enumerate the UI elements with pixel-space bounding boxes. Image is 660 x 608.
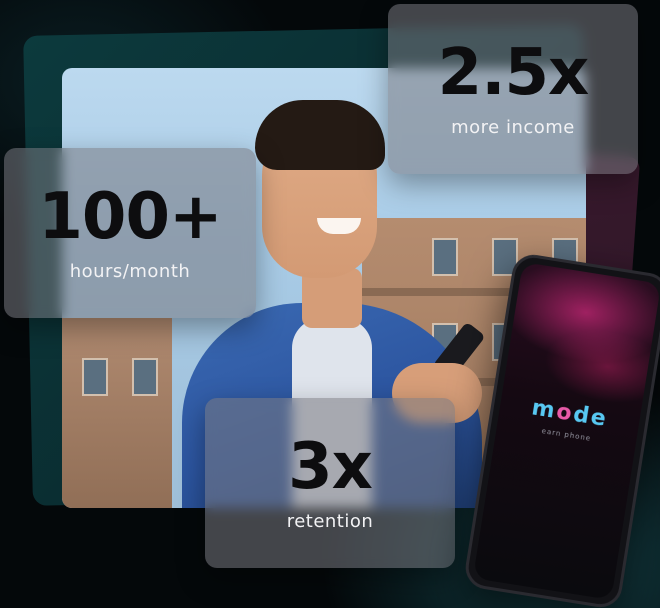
building-window	[432, 238, 458, 276]
stat-label: more income	[451, 116, 575, 138]
stat-card-retention: 3x retention	[205, 398, 455, 568]
building-window	[132, 358, 158, 396]
stat-value: 3x	[288, 429, 373, 504]
promo-scene: 2.5x more income 100+ hours/month 3x ret…	[0, 0, 660, 608]
building-left	[62, 318, 172, 508]
building-window	[82, 358, 108, 396]
logo-text-end: de	[571, 401, 610, 433]
stat-value: 2.5x	[437, 35, 590, 110]
stat-label: hours/month	[69, 260, 191, 282]
stat-value: 100+	[38, 179, 222, 254]
stat-label: retention	[286, 510, 374, 532]
stat-card-income: 2.5x more income	[388, 4, 638, 174]
stat-card-hours: 100+ hours/month	[4, 148, 256, 318]
person-hair	[255, 100, 385, 170]
